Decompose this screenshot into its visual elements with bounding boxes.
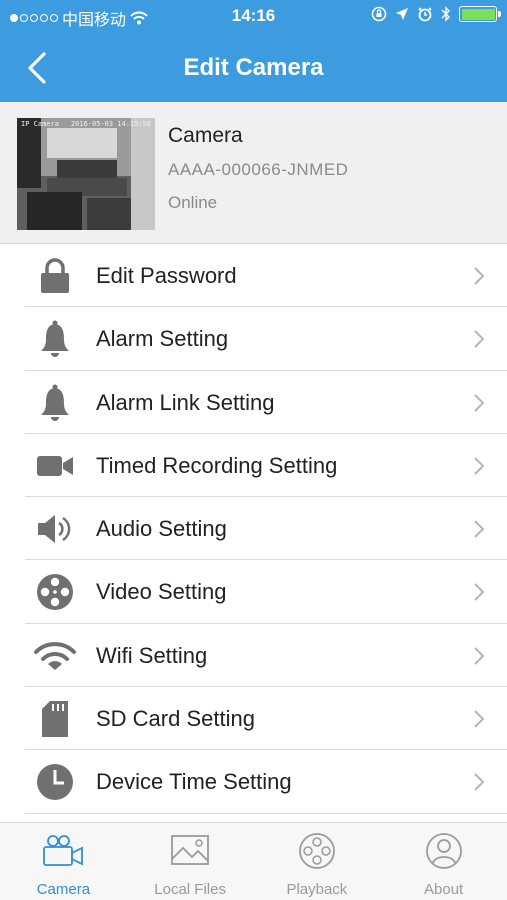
chevron-right-icon [474,647,485,665]
chevron-right-icon [474,710,485,728]
chevron-right-icon [474,267,485,285]
tab-camera[interactable]: Camera [0,823,127,900]
tab-label: Local Files [154,881,226,898]
wifi-icon [33,635,77,677]
tab-playback[interactable]: Playback [254,823,381,900]
menu-item-video-setting[interactable]: Video Setting [0,560,507,624]
bell-icon [33,318,77,360]
menu-item-timed-recording-setting[interactable]: Timed Recording Setting [0,434,507,498]
chevron-right-icon [474,393,485,412]
chevron-right-icon [474,583,485,602]
menu-item-device-time-setting[interactable]: Device Time Setting [0,750,507,814]
alarm-icon [418,7,432,22]
menu-item-label: SD Card Setting [96,706,255,732]
menu-item-audio-setting[interactable]: Audio Setting [0,497,507,561]
sd-card-icon [33,698,77,740]
camera-status: Online [168,193,218,212]
menu-item-label: Alarm Setting [96,326,229,352]
tab-local-files[interactable]: Local Files [127,823,254,900]
menu-item-label: Video Setting [96,579,227,605]
menu-item-label: Edit Password [96,263,237,288]
menu-item-alarm-link-setting[interactable]: Alarm Link Setting [0,371,507,434]
page-title: Edit Camera [183,54,324,81]
location-icon [396,8,408,20]
camera-info-card[interactable]: IP Camera 2016-05-03 14:15:56 Camera AAA… [0,102,507,244]
menu-item-edit-password[interactable]: Edit Password [0,244,507,308]
settings-menu: Edit Password Alarm Setting Alarm Link S… [0,244,507,814]
clock-icon [33,761,77,803]
menu-item-label: Timed Recording Setting [96,452,338,478]
menu-item-label: Device Time Setting [96,769,292,795]
header: 中国移动 14:16 Edit Camera [0,0,507,102]
tab-label: Playback [286,881,348,898]
battery-icon [459,6,501,22]
status-right [371,6,501,22]
speaker-icon [33,508,77,550]
playback-icon [298,833,335,869]
thumbnail-label: IP Camera [21,120,59,128]
menu-item-label: Wifi Setting [96,642,208,668]
chevron-right-icon [474,520,485,538]
image-icon [171,835,210,865]
menu-item-wifi-setting[interactable]: Wifi Setting [0,624,507,688]
tab-bar: Camera Local Files Playback About [0,822,507,900]
tab-label: Camera [36,881,91,898]
orientation-lock-icon [371,6,387,22]
camera-id: AAAA-000066-JNMED [168,160,349,179]
person-icon [425,833,462,869]
film-reel-icon [33,571,77,613]
chevron-right-icon [474,457,485,475]
video-camera-icon [33,445,77,487]
menu-item-label: Audio Setting [96,516,227,542]
camera-name: Camera [168,124,243,147]
lock-icon [33,255,77,297]
menu-item-sd-card-setting[interactable]: SD Card Setting [0,687,507,751]
tab-label: About [424,881,464,898]
bluetooth-icon [441,6,450,22]
bell-icon [33,382,77,424]
status-bar: 中国移动 14:16 [0,0,507,34]
chevron-right-icon [474,773,485,792]
tab-about[interactable]: About [380,823,507,900]
camera-thumbnail[interactable]: IP Camera 2016-05-03 14:15:56 [17,118,155,230]
thumbnail-timestamp: 2016-05-03 14:15:56 [70,120,151,128]
menu-item-label: Alarm Link Setting [96,389,275,415]
thumbnail-scene [17,118,155,230]
chevron-right-icon [474,330,485,349]
camera-tab-icon [43,835,84,866]
menu-item-alarm-setting[interactable]: Alarm Setting [0,307,507,371]
navigation-bar: Edit Camera [0,34,507,102]
